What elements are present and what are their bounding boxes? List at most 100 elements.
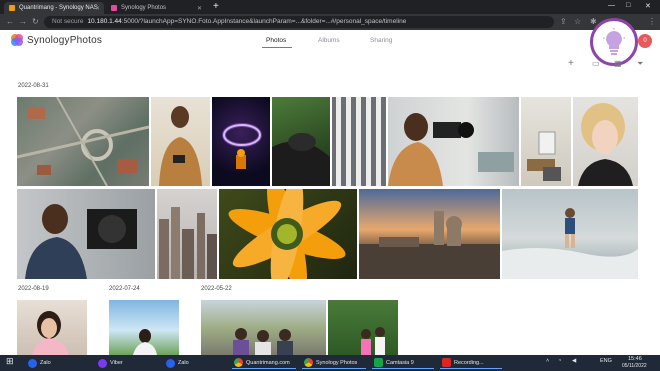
minimize-icon[interactable]: — xyxy=(608,2,615,9)
close-window-icon[interactable]: ✕ xyxy=(645,2,651,10)
coffee-machine-art xyxy=(527,131,561,181)
photo-man-video-camera[interactable] xyxy=(17,189,155,279)
language-indicator[interactable]: ENG xyxy=(600,358,612,364)
man-phone-art xyxy=(159,106,202,186)
browser-tab-label: Synology Photos xyxy=(121,5,167,11)
security-indicator[interactable]: Not secure xyxy=(52,18,83,25)
browser-menu-icon[interactable]: ⋮ xyxy=(648,17,656,27)
group-park-art xyxy=(361,327,385,355)
clock-date[interactable]: 05/11/2022 xyxy=(622,363,647,369)
date-heading: 2022-05-22 xyxy=(201,286,232,292)
new-tab-button[interactable]: + xyxy=(213,2,219,12)
grid-view-icon[interactable]: ▦ xyxy=(614,58,622,70)
photo-photographer-camera[interactable] xyxy=(388,97,519,186)
car-mirror-art xyxy=(272,133,330,186)
close-tab-icon[interactable]: ✕ xyxy=(95,5,100,12)
woman-outdoors-art xyxy=(133,329,157,355)
photo-group-road[interactable] xyxy=(201,300,326,355)
browser-tab-strip: Quantrimang - Synology NAS ✕ Synology Ph… xyxy=(0,0,660,14)
girl-portrait-art xyxy=(32,311,69,355)
taskbar-item-label: Camtasia 9 xyxy=(386,359,414,366)
taskbar-item-label: Viber xyxy=(110,360,123,366)
tab-photos[interactable]: Photos xyxy=(266,37,286,44)
date-heading: 2022-07-24 xyxy=(109,286,140,292)
forward-button[interactable]: → xyxy=(19,17,27,27)
taskbar-item-viber[interactable]: Viber xyxy=(96,357,156,369)
zalo-icon xyxy=(28,358,37,368)
city-skyline-art xyxy=(159,207,217,279)
filter-icon[interactable]: ⏷ xyxy=(637,58,643,70)
slideshow-icon[interactable]: ▭ xyxy=(592,58,600,70)
child-beach-art xyxy=(502,208,638,279)
video-camera-art xyxy=(25,204,137,279)
photo-orange-flower[interactable] xyxy=(219,189,357,279)
light-ring-art xyxy=(222,123,262,169)
tab-sharing[interactable]: Sharing xyxy=(370,37,392,44)
back-button[interactable]: ← xyxy=(6,17,14,27)
taskbar-item-camtasia[interactable]: Camtasia 9 xyxy=(372,357,434,369)
tab-albums[interactable]: Albums xyxy=(318,37,340,44)
photo-group-park[interactable] xyxy=(328,300,398,355)
lightbulb-icon xyxy=(603,28,625,55)
photo-aerial-city[interactable] xyxy=(17,97,149,186)
start-menu-icon[interactable]: ⊞ xyxy=(6,356,14,367)
taskbar-item-label: Zalo xyxy=(40,360,51,366)
photo-crosswalk[interactable] xyxy=(332,97,386,186)
zalo-icon xyxy=(166,358,175,368)
maximize-icon[interactable]: □ xyxy=(626,2,630,9)
browser-toolbar: ← → ↻ Not secure 10.180.1.44:5000/?launch… xyxy=(0,14,660,30)
network-icon[interactable]: ◔ xyxy=(558,358,561,364)
close-tab-icon[interactable]: ✕ xyxy=(197,5,202,12)
share-icon[interactable]: ⇪ xyxy=(560,17,567,27)
photo-cathedral-town[interactable] xyxy=(359,189,500,279)
taskbar-item-chrome-synology[interactable]: Synology Photos xyxy=(302,357,366,369)
volume-icon[interactable]: ◀ xyxy=(572,358,576,364)
photo-light-ring[interactable] xyxy=(212,97,270,186)
date-heading: 2022-08-31 xyxy=(18,83,49,89)
photo-girl-portrait[interactable] xyxy=(17,300,87,355)
orange-flower-art xyxy=(228,189,346,279)
url-path: :5000/?launchApp=SYNO.Foto.AppInstance&l… xyxy=(121,18,407,25)
app-name: SynologyPhotos xyxy=(27,35,103,46)
browser-tab-synology-photos[interactable]: Synology Photos ✕ xyxy=(106,2,206,14)
blonde-portrait-art xyxy=(578,103,633,186)
taskbar-item-zalo[interactable]: Zalo xyxy=(26,357,82,369)
photos-favicon-icon xyxy=(111,5,117,11)
aerial-city-art xyxy=(17,97,149,186)
photo-car-mirror[interactable] xyxy=(272,97,330,186)
photo-man-phone[interactable] xyxy=(151,97,210,186)
date-heading: 2022-08-19 xyxy=(18,286,49,292)
synology-favicon-icon xyxy=(9,5,15,11)
camtasia-icon xyxy=(374,358,383,367)
browser-tab-quantrimang[interactable]: Quantrimang - Synology NAS ✕ xyxy=(4,2,104,14)
recording-icon xyxy=(442,358,451,367)
tray-chevron-icon[interactable]: ˄ xyxy=(546,358,549,364)
taskbar-item-label: Recording... xyxy=(454,359,484,366)
photo-coffee-machine[interactable] xyxy=(521,97,571,186)
photo-child-beach[interactable] xyxy=(502,189,638,279)
os-taskbar: ⊞ Zalo Viber Zalo Quantrimang.com Synolo… xyxy=(0,355,660,371)
viber-icon xyxy=(98,358,107,368)
url-host: 10.180.1.44 xyxy=(87,18,122,25)
taskbar-item-zalo-2[interactable]: Zalo xyxy=(164,357,224,369)
photo-blonde-portrait[interactable] xyxy=(573,97,638,186)
taskbar-item-label: Synology Photos xyxy=(316,359,358,366)
browser-tab-label: Quantrimang - Synology NAS xyxy=(19,5,98,11)
synology-photos-logo-icon xyxy=(11,34,23,46)
notification-badge[interactable]: 0 xyxy=(638,34,652,48)
cathedral-town-art xyxy=(359,211,500,279)
taskbar-item-chrome-quantrimang[interactable]: Quantrimang.com xyxy=(232,357,296,369)
crosswalk-art xyxy=(336,97,381,186)
address-bar[interactable]: Not secure 10.180.1.44:5000/?launchApp=SY… xyxy=(44,16,554,28)
add-icon[interactable]: + xyxy=(568,58,574,70)
photo-woman-outdoors[interactable] xyxy=(109,300,179,355)
clock-time[interactable]: 15:46 xyxy=(628,356,642,362)
bookmark-star-icon[interactable]: ☆ xyxy=(574,17,581,27)
active-tab-indicator xyxy=(262,47,292,48)
chrome-icon xyxy=(304,358,313,367)
taskbar-item-recording[interactable]: Recording... xyxy=(440,357,502,369)
taskbar-item-label: Zalo xyxy=(178,360,189,366)
reload-button[interactable]: ↻ xyxy=(32,17,39,27)
taskbar-item-label: Quantrimang.com xyxy=(246,359,290,366)
photo-city-skyline[interactable] xyxy=(157,189,217,279)
